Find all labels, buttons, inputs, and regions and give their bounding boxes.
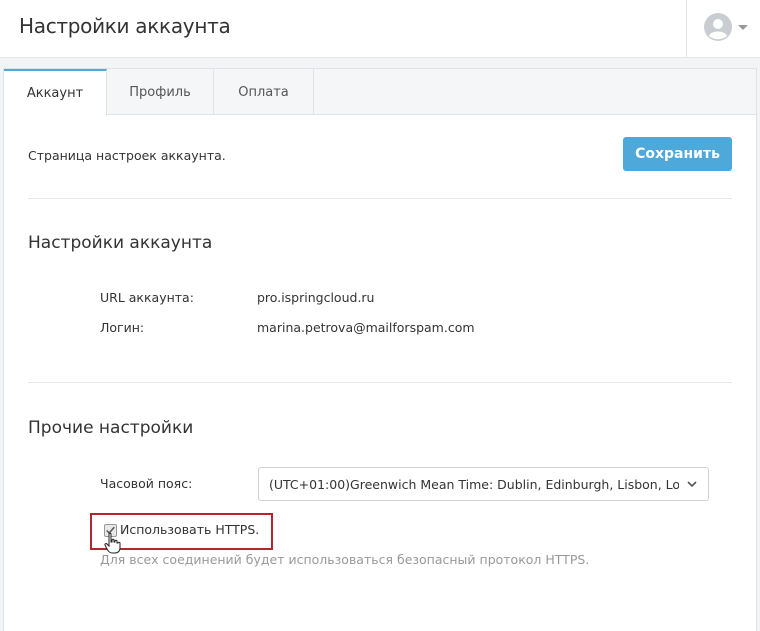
hand-pointer-icon bbox=[104, 532, 121, 554]
timezone-select[interactable]: (UTC+01:00)Greenwich Mean Time: Dublin, … bbox=[258, 467, 709, 501]
save-button[interactable]: Сохранить bbox=[623, 137, 732, 171]
login-value: marina.petrova@mailforspam.com bbox=[257, 320, 475, 335]
section-divider bbox=[28, 198, 732, 199]
login-label: Логин: bbox=[100, 320, 145, 335]
top-bar: Настройки аккаунта bbox=[0, 0, 760, 58]
tab-account[interactable]: Аккаунт bbox=[4, 69, 107, 116]
timezone-selected-value: (UTC+01:00)Greenwich Mean Time: Dublin, … bbox=[269, 477, 679, 492]
settings-panel: Аккаунт Профиль Оплата Страница настроек… bbox=[3, 68, 757, 631]
page-description: Страница настроек аккаунта. bbox=[28, 148, 226, 163]
user-avatar-icon bbox=[704, 13, 732, 41]
https-label[interactable]: Использовать HTTPS. bbox=[120, 522, 259, 537]
tab-billing[interactable]: Оплата bbox=[214, 69, 314, 115]
account-url-label: URL аккаунта: bbox=[100, 290, 194, 305]
section-divider bbox=[28, 382, 732, 383]
tab-profile[interactable]: Профиль bbox=[107, 69, 214, 115]
account-settings-heading: Настройки аккаунта bbox=[28, 233, 213, 253]
https-help-text: Для всех соединений будет использоваться… bbox=[100, 552, 590, 567]
topbar-divider bbox=[686, 0, 687, 58]
page-title: Настройки аккаунта bbox=[19, 14, 231, 38]
account-url-value: pro.ispringcloud.ru bbox=[257, 290, 375, 305]
caret-down-icon bbox=[738, 25, 748, 30]
user-menu-button[interactable] bbox=[700, 13, 750, 43]
other-settings-heading: Прочие настройки bbox=[28, 418, 194, 438]
chevron-down-icon bbox=[687, 481, 697, 488]
timezone-label: Часовой пояс: bbox=[100, 476, 193, 491]
tab-bar: Аккаунт Профиль Оплата bbox=[4, 69, 756, 116]
